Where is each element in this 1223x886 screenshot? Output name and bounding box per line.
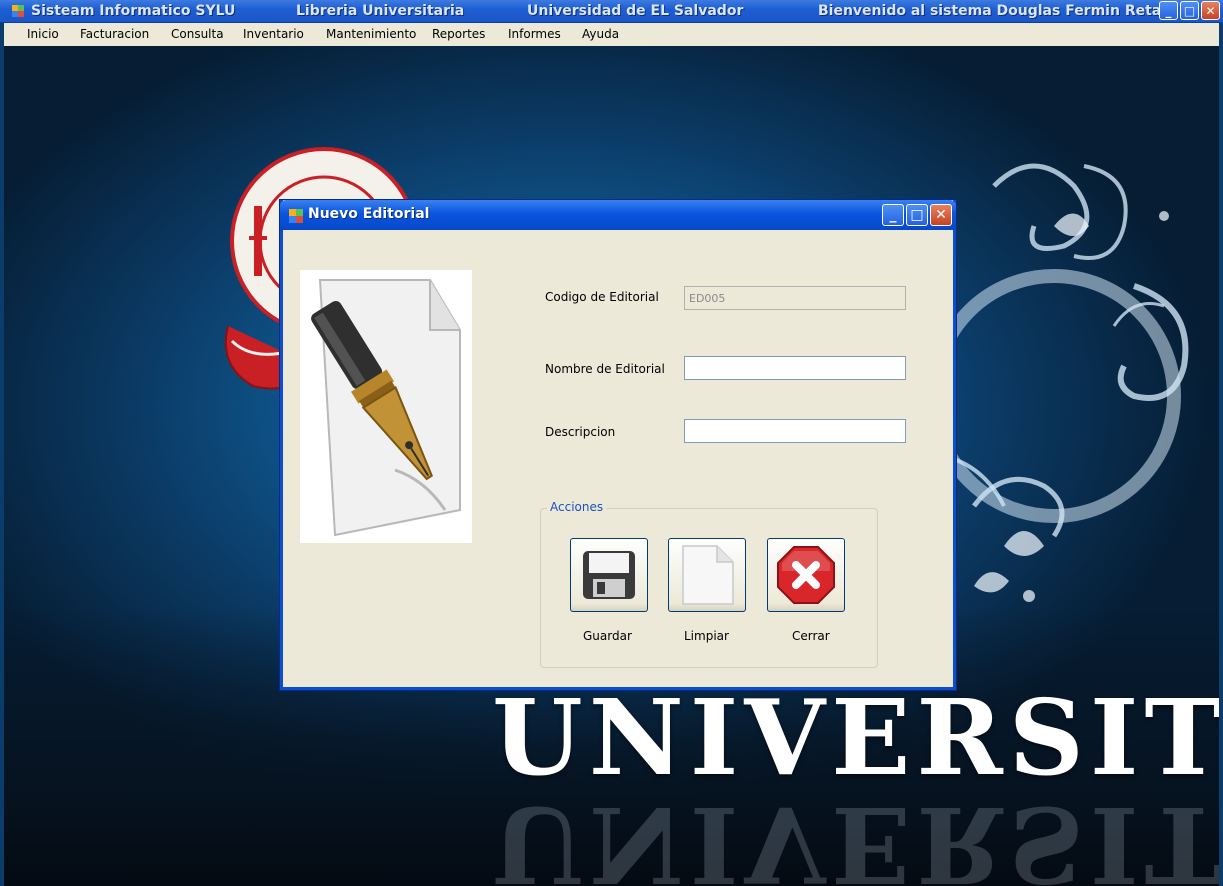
menu-bar: Inicio Facturacion Consulta Inventario M… [4,23,1219,46]
main-minimize-button[interactable]: _ [1159,1,1178,20]
blank-page-icon [682,545,734,605]
minimize-icon: _ [1165,3,1172,18]
descripcion-label: Descripcion [545,425,616,439]
universitaria-wordmark: UNIVERSITARIA [492,676,1219,799]
menu-item-informes[interactable]: Informes [508,27,561,41]
close-icon: ✕ [1205,3,1216,18]
nombre-editorial-field[interactable] [684,356,906,380]
main-window: Sisteam Informatico SYLU Libreria Univer… [0,0,1223,886]
dialog-minimize-button[interactable]: _ [882,204,904,226]
fountain-pen-icon [311,279,461,537]
form-icon [289,209,303,223]
floppy-disk-icon [583,551,635,599]
title-segment-university: Universidad de EL Salvador [527,3,744,19]
menu-item-facturacion[interactable]: Facturacion [80,27,149,41]
title-segment-welcome: Bienvenido al sistema Douglas Fermin Ret… [818,3,1178,19]
dialog-close-button[interactable]: ✕ [930,204,952,226]
universitaria-wordmark-reflection: UNIVERSITARIA [492,783,1219,886]
nombre-label: Nombre de Editorial [545,362,665,376]
dialog-maximize-button[interactable]: □ [906,204,928,226]
fountain-pen-illustration [300,270,472,543]
main-title-bar[interactable]: Sisteam Informatico SYLU Libreria Univer… [0,0,1223,23]
limpiar-label: Limpiar [684,629,729,643]
dialog-title: Nuevo Editorial [308,206,430,222]
dialog-title-bar[interactable]: Nuevo Editorial _ □ ✕ [280,200,956,230]
app-icon [12,5,24,17]
nuevo-editorial-dialog: Nuevo Editorial _ □ ✕ Codigo de Editoria… [280,200,956,690]
cerrar-label: Cerrar [792,629,830,643]
menu-item-ayuda[interactable]: Ayuda [582,27,619,41]
maximize-icon: □ [1183,3,1196,18]
menu-item-inicio[interactable]: Inicio [27,27,59,41]
codigo-label: Codigo de Editorial [545,290,659,304]
main-close-button[interactable]: ✕ [1201,1,1220,20]
maximize-icon: □ [910,207,924,223]
main-maximize-button[interactable]: □ [1180,1,1199,20]
limpiar-button[interactable] [668,538,746,612]
descripcion-field[interactable] [684,419,906,443]
close-icon: ✕ [935,207,947,223]
menu-item-inventario[interactable]: Inventario [243,27,304,41]
title-segment-library: Libreria Universitaria [296,3,465,19]
title-segment-app: Sisteam Informatico SYLU [31,3,236,19]
menu-item-consulta[interactable]: Consulta [171,27,224,41]
guardar-label: Guardar [583,629,632,643]
minimize-icon: _ [889,207,897,223]
cerrar-button[interactable] [767,538,845,612]
acciones-group: Acciones Guardar Limpiar Cerrar [540,500,878,668]
menu-item-mantenimiento[interactable]: Mantenimiento [326,27,416,41]
acciones-legend: Acciones [547,500,607,514]
menu-item-reportes[interactable]: Reportes [432,27,485,41]
codigo-editorial-field[interactable] [684,286,906,310]
red-x-icon [777,546,835,604]
guardar-button[interactable] [570,538,648,612]
swirl-ornament [934,163,1189,602]
